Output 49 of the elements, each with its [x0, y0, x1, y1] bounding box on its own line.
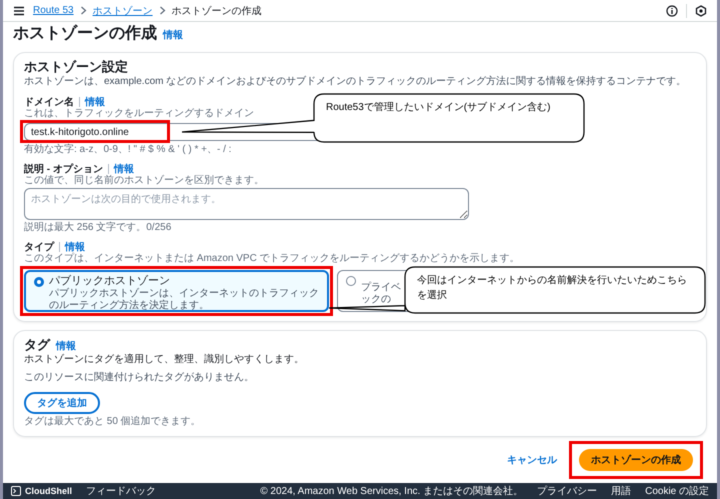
field-hint: この値で、同じ名前のホストゾーンを区別できます。 — [24, 175, 265, 186]
character-counter: 説明は最大 256 文字です。0/256 — [24, 222, 172, 233]
field-label: 説明 - オプション — [24, 162, 103, 175]
callout-text: Route53で管理したいドメイン(サブドメイン含む) — [326, 100, 552, 115]
cloudshell-link[interactable]: CloudShell — [25, 486, 72, 496]
settings-icon[interactable] — [695, 4, 707, 16]
field-hint: このタイプは、インターネットまたは Amazon VPC でトラフィックをルーティングするかどうかを示します。 — [24, 253, 521, 264]
info-icon[interactable] — [666, 4, 678, 16]
section-heading: ホストゾーン設定 — [24, 59, 129, 75]
section-description: ホストゾーンは、example.com などのドメインおよびそのサブドメインのトラフィックのルーティング方法に関する情報を保持するコンテナです。 — [24, 76, 688, 88]
menu-icon[interactable] — [13, 4, 25, 16]
callout-text: 今回はインターネットからの名前解決を行いたいためこちらを選択 — [417, 274, 688, 303]
terminal-icon[interactable] — [11, 486, 21, 496]
breadcrumb[interactable]: Route 53 — [33, 5, 74, 16]
info-link[interactable]: 情報 — [114, 162, 134, 176]
footer-link[interactable]: Cookie の設定 — [645, 484, 709, 498]
type-option[interactable]: パブリックホストゾーン パブリックホストゾーンは、インターネットのトラフィック のルーティング方法を決定します。 — [24, 270, 329, 312]
footer-link[interactable]: プライバシー — [537, 484, 598, 498]
info-link[interactable]: 情報 — [85, 95, 105, 109]
radio-button[interactable] — [34, 277, 44, 287]
section-heading: タグ — [24, 337, 50, 353]
breadcrumb: ホストゾーンの作成 — [172, 4, 262, 18]
add-tag-button[interactable]: タグを追加 — [24, 392, 100, 414]
field-label: ドメイン名 — [24, 96, 74, 108]
chevron-icon — [158, 6, 166, 15]
option-description: プライベ — [361, 282, 401, 294]
feedback-link[interactable]: フィードバック — [86, 484, 156, 498]
tag-limit-note: タグは最大であと 50 個追加できます。 — [24, 416, 202, 427]
info-link[interactable]: 情報 — [65, 240, 85, 254]
option-description: パブリックホストゾーンは、インターネットのトラフィック — [49, 288, 319, 300]
footer-link[interactable]: 用語 — [611, 484, 632, 498]
breadcrumb[interactable]: ホストゾーン — [92, 4, 153, 18]
copyright-text: © 2024, Amazon Web Services, Inc. またはその関連会社。 — [260, 484, 524, 498]
option-description: ックの — [361, 294, 392, 306]
empty-message: このリソースに関連付けられたタグがありません。 — [24, 372, 255, 384]
create-button[interactable]: ホストゾーンの作成 — [579, 449, 693, 471]
section-description: ホストゾーンにタグを適用して、整理、識別しやすくします。 — [24, 354, 305, 366]
chevron-icon — [80, 6, 87, 15]
option-description: のルーティング方法を決定します。 — [49, 300, 210, 312]
field-constraint: 有効な文字: a-z、0-9、! " # $ % & ' ( ) * +、- / : — [24, 144, 232, 155]
field-hint: これは、トラフィックをルーティングするドメイン — [24, 108, 255, 119]
field-label: タイプ — [24, 240, 54, 254]
radio-button[interactable] — [346, 276, 356, 286]
page-title: ホストゾーンの作成 — [13, 24, 157, 44]
info-link[interactable]: 情報 — [163, 28, 183, 42]
cancel-button[interactable]: キャンセル — [507, 453, 557, 467]
info-link[interactable]: 情報 — [56, 339, 76, 353]
option-label: パブリックホストゾーン — [49, 275, 171, 288]
description-field[interactable]: ホストゾーンは次の目的で使用されます。 — [24, 188, 469, 220]
